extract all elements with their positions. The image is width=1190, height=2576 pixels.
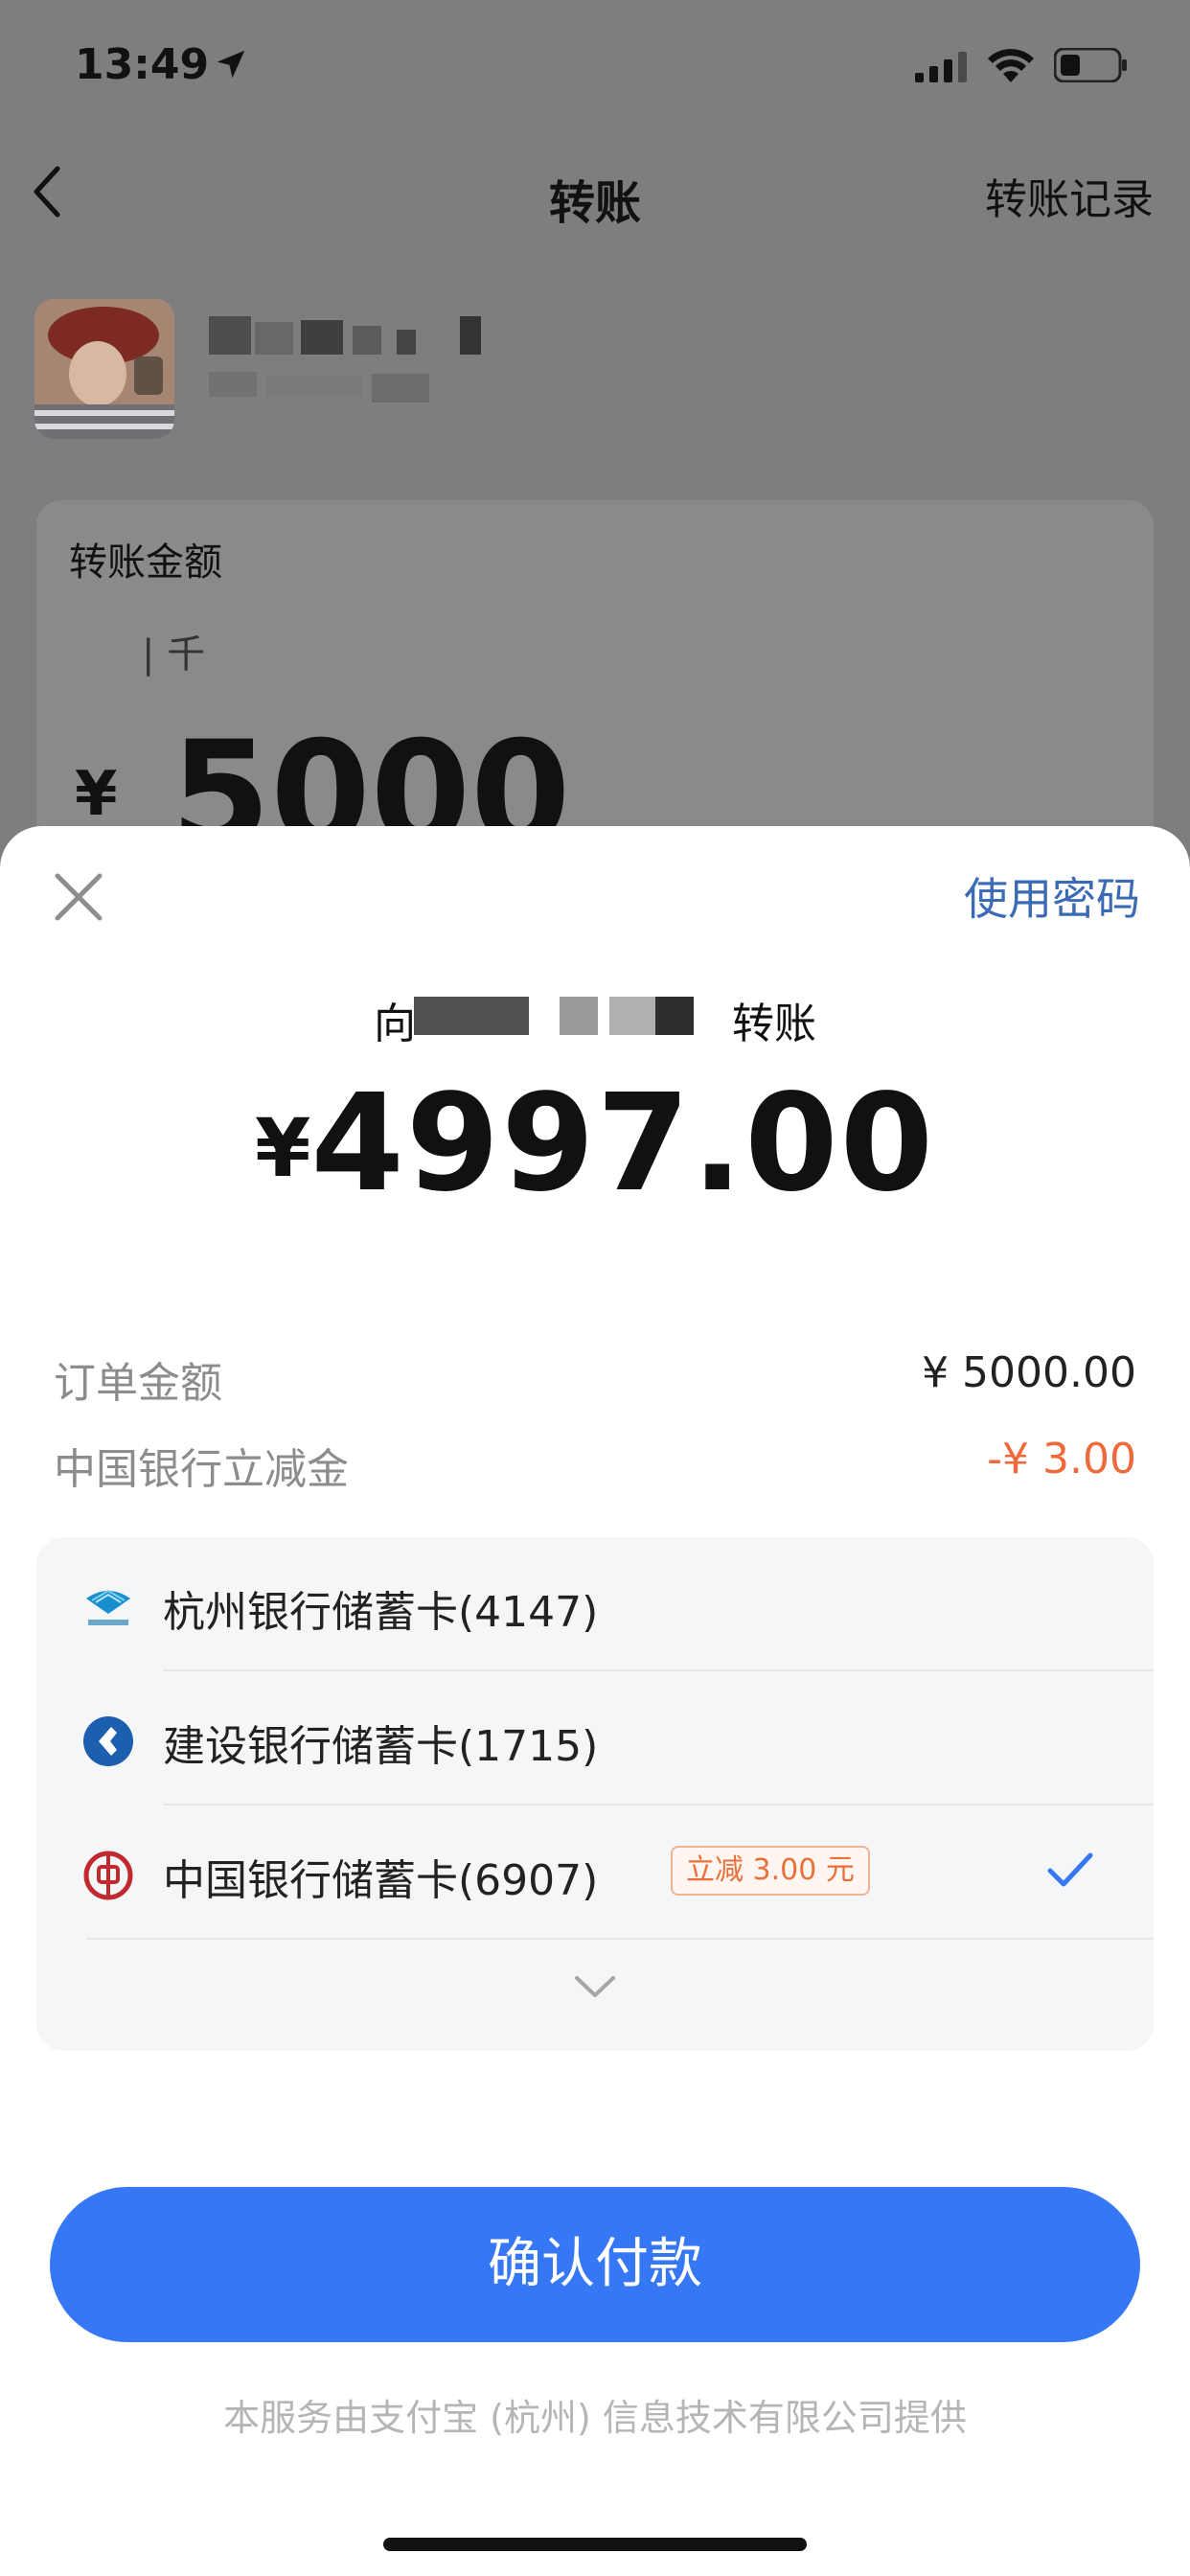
recipient-redacted-block [609, 997, 657, 1035]
transfer-to-prefix: 向 [374, 1000, 416, 1048]
payment-amount: ¥4997.00 [0, 1066, 1190, 1222]
order-amount-row: 订单金额 ¥ 5000.00 [54, 1348, 1136, 1410]
order-amount-label: 订单金额 [54, 1359, 222, 1408]
service-provider-note: 本服务由支付宝 (杭州) 信息技术有限公司提供 [223, 2397, 967, 2439]
discount-row: 中国银行立减金 -¥ 3.00 [54, 1435, 1136, 1496]
payment-method-label: 中国银行储蓄卡(6907) [163, 1856, 599, 1905]
battery-icon [1054, 48, 1127, 82]
payment-method-label: 建设银行储蓄卡(1715) [163, 1722, 599, 1771]
payment-method-item-selected[interactable]: 中国银行储蓄卡(6907) 立减 3.00 元 [36, 1806, 1154, 1940]
transfer-history-link[interactable]: 转账记录 [985, 165, 1154, 226]
payment-method-item[interactable]: 建设银行储蓄卡(1715) [36, 1671, 1154, 1806]
payment-amount-value: 4997.00 [310, 1066, 936, 1222]
checkmark-icon [1047, 1852, 1093, 1887]
discount-label: 中国银行立减金 [54, 1445, 349, 1494]
payment-method-label: 杭州银行储蓄卡(4147) [163, 1588, 599, 1637]
status-time: 13:49 [75, 40, 210, 89]
amount-label: 转账金额 [69, 540, 222, 585]
avatar-photo [34, 299, 174, 439]
payment-method-list: 杭州银行储蓄卡(4147) 建设银行储蓄卡(1715) 中国银行储蓄卡(6907… [36, 1537, 1154, 2051]
location-arrow-icon [217, 50, 245, 79]
recipient-name-redacted [209, 316, 496, 431]
use-password-button[interactable]: 使用密码 [964, 864, 1140, 928]
divider [86, 1938, 1154, 1940]
ccb-icon [83, 1716, 133, 1766]
cellular-signal-icon [915, 52, 967, 82]
amount-unit-hint: | 千 [142, 632, 206, 677]
status-bar: 13:49 [0, 0, 1190, 134]
transfer-to-suffix: 转账 [732, 1000, 816, 1048]
boc-icon [83, 1851, 133, 1900]
confirm-payment-button[interactable]: 确认付款 [50, 2187, 1140, 2342]
payment-method-item[interactable]: 杭州银行储蓄卡(4147) [36, 1537, 1154, 1671]
discount-value: -¥ 3.00 [987, 1435, 1136, 1484]
promo-badge: 立减 3.00 元 [671, 1846, 870, 1896]
recipient-avatar [34, 299, 174, 439]
order-amount-value: ¥ 5000.00 [922, 1348, 1136, 1397]
payment-currency-symbol: ¥ [254, 1101, 311, 1195]
home-indicator [383, 2538, 807, 2551]
chevron-down-icon[interactable] [573, 1972, 617, 2001]
payment-sheet: 使用密码 向 转账 ¥4997.00 订单金额 ¥ 5000.00 中国银行立减金… [0, 826, 1190, 2576]
recipient-redacted-block [414, 997, 529, 1035]
hangzhou-bank-icon [86, 1589, 130, 1625]
close-icon[interactable] [50, 868, 107, 926]
recipient-redacted-block [560, 997, 598, 1035]
wifi-icon [988, 49, 1034, 82]
recipient-redacted-block [655, 997, 694, 1035]
amount-currency-symbol: ¥ [75, 759, 118, 830]
